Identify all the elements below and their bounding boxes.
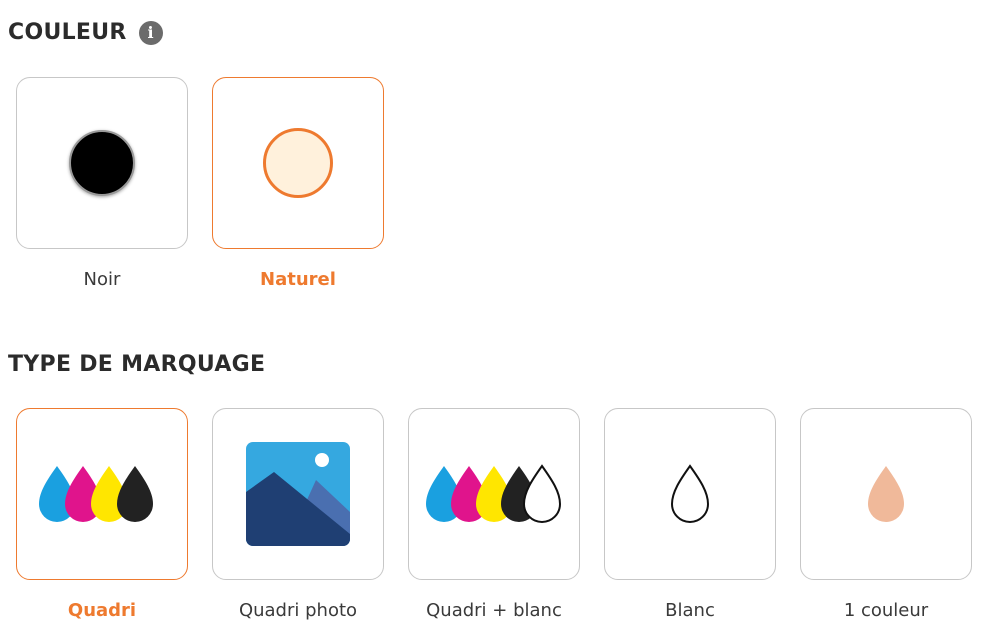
marking-card-quadri-photo[interactable] xyxy=(212,408,384,580)
cmyk-white-drops-icon xyxy=(426,465,561,523)
section-title-marquage: TYPE DE MARQUAGE xyxy=(8,352,265,377)
marking-card-blanc[interactable] xyxy=(604,408,776,580)
color-label-noir: Noir xyxy=(83,269,121,290)
marquage-title-text: TYPE DE MARQUAGE xyxy=(8,352,266,377)
natural-swatch-icon xyxy=(263,128,333,198)
section-title-couleur: COULEUR i xyxy=(8,20,163,45)
marking-option-quadri-blanc[interactable]: Quadri + blanc xyxy=(408,408,584,621)
marking-label-quadri-blanc: Quadri + blanc xyxy=(426,600,562,621)
marking-option-quadri[interactable]: Quadri xyxy=(16,408,192,621)
color-label-naturel: Naturel xyxy=(260,269,336,290)
marking-card-quadri-blanc[interactable] xyxy=(408,408,580,580)
marking-card-1-couleur[interactable] xyxy=(800,408,972,580)
info-icon[interactable]: i xyxy=(138,20,163,45)
marking-card-quadri[interactable] xyxy=(16,408,188,580)
black-swatch-icon xyxy=(69,130,135,196)
marking-label-1-couleur: 1 couleur xyxy=(843,600,929,621)
photo-icon xyxy=(246,442,350,546)
white-drop-icon xyxy=(671,465,709,523)
marking-label-blanc: Blanc xyxy=(665,600,715,621)
color-card-naturel[interactable] xyxy=(212,77,384,249)
color-option-noir[interactable]: Noir xyxy=(16,77,192,290)
color-option-naturel[interactable]: Naturel xyxy=(212,77,388,290)
marking-label-quadri: Quadri xyxy=(67,600,137,621)
color-card-noir[interactable] xyxy=(16,77,188,249)
cmyk-drops-icon xyxy=(39,466,153,522)
single-color-drop-icon xyxy=(868,466,904,522)
couleur-title-text: COULEUR xyxy=(8,20,127,45)
marking-label-quadri-photo: Quadri photo xyxy=(238,600,358,621)
marking-option-1-couleur[interactable]: 1 couleur xyxy=(800,408,976,621)
marking-option-blanc[interactable]: Blanc xyxy=(604,408,780,621)
black-drop-icon xyxy=(117,466,153,522)
marking-option-quadri-photo[interactable]: Quadri photo xyxy=(212,408,388,621)
